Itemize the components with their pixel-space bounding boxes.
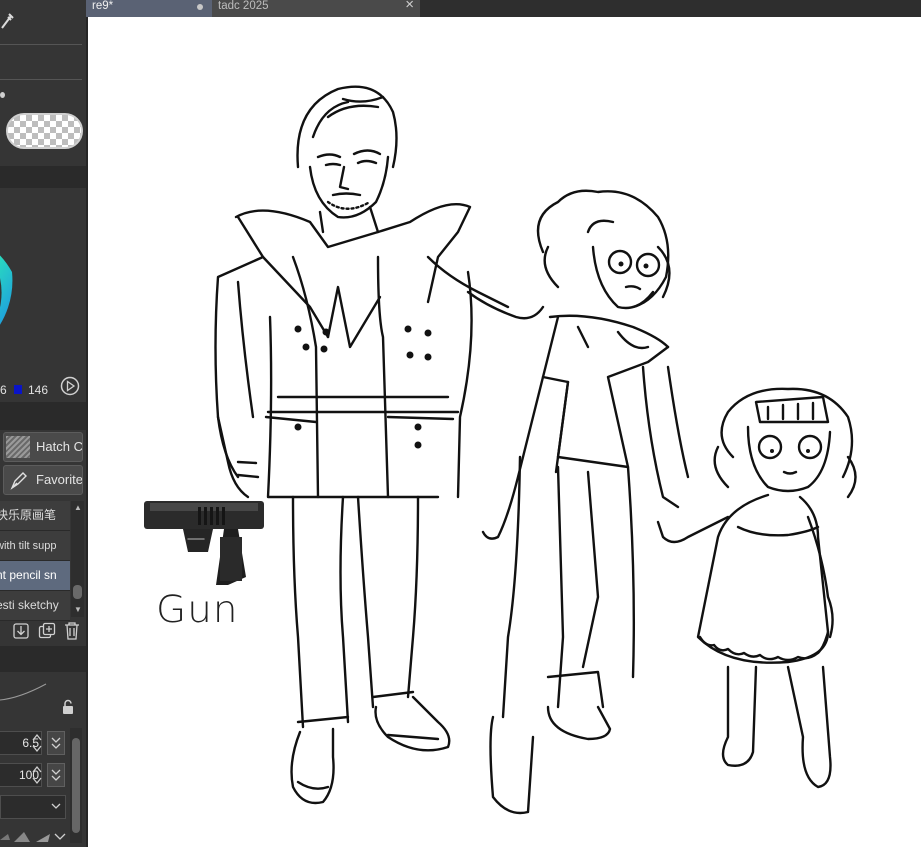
duplicate-brush-icon[interactable] [38, 622, 56, 640]
brush-panel-header [0, 402, 86, 430]
child-figure [656, 387, 857, 789]
lock-icon[interactable] [61, 699, 75, 715]
tab-tadc-2025[interactable]: tadc 2025 × [212, 0, 420, 17]
tab-re9[interactable]: re9* [86, 0, 212, 17]
color-value-2: 146 [28, 383, 49, 397]
trash-icon[interactable] [63, 621, 81, 641]
transparent-color-toggle[interactable] [6, 113, 83, 149]
scroll-down-arrow-icon[interactable]: ▼ [74, 605, 82, 614]
favorite-brush-button[interactable]: Favorite [3, 465, 83, 495]
color-wheel[interactable] [0, 188, 86, 368]
scroll-thumb[interactable] [73, 585, 82, 599]
left-panel: 6 146 Hatch C Favorite 快乐原画笔 with tilt s… [0, 0, 86, 847]
canvas-annotation-gun: Gun [156, 588, 239, 631]
eyedropper-icon[interactable] [0, 10, 16, 30]
small-dot-icon [0, 92, 5, 98]
property-scrollbar[interactable] [70, 728, 82, 843]
document-tab-bar: re9* tadc 2025 × [86, 0, 921, 17]
chevron-down-icon [51, 800, 61, 815]
opacity-stepper[interactable] [31, 763, 43, 787]
scroll-up-arrow-icon[interactable]: ▲ [74, 503, 82, 512]
gun-reference-image [144, 501, 264, 585]
opacity-dropdown-icon[interactable] [47, 763, 65, 787]
divider [0, 44, 82, 45]
blue-swatch [14, 385, 22, 394]
tool-property-header [0, 646, 86, 672]
girl-figure [481, 189, 690, 815]
property-scroll-thumb[interactable] [72, 738, 80, 833]
brush-list-item[interactable]: with tilt supp [0, 531, 70, 561]
close-icon[interactable]: × [405, 0, 414, 12]
blending-mode-dropdown[interactable] [0, 795, 66, 819]
import-brush-icon[interactable] [12, 622, 30, 640]
hatch-thumbnail-icon [6, 436, 30, 458]
sketch-illustration [144, 85, 857, 815]
color-panel-header [0, 166, 86, 188]
brush-size-stepper[interactable] [31, 731, 43, 755]
brush-list-item[interactable]: esti sketchy [0, 591, 70, 621]
brush-list-scrollbar[interactable]: ▲ ▼ [71, 501, 84, 617]
drawing-canvas[interactable]: Gun [86, 17, 921, 847]
brush-size-dropdown-icon[interactable] [47, 731, 65, 755]
brush-list-item[interactable]: 快乐原画笔 [0, 501, 70, 531]
pen-nib-icon [8, 469, 30, 491]
color-value-1: 6 [0, 383, 7, 397]
play-circle-icon[interactable] [60, 376, 80, 396]
man-figure [214, 85, 545, 805]
brush-stroke-preview [0, 678, 50, 708]
unsaved-dot-icon [197, 4, 203, 10]
hatch-brush-button[interactable]: Hatch C [3, 432, 83, 462]
brush-list-item-selected[interactable]: nt pencil sn [0, 561, 70, 591]
divider [0, 79, 82, 80]
brush-tip-shapes[interactable] [0, 826, 66, 847]
